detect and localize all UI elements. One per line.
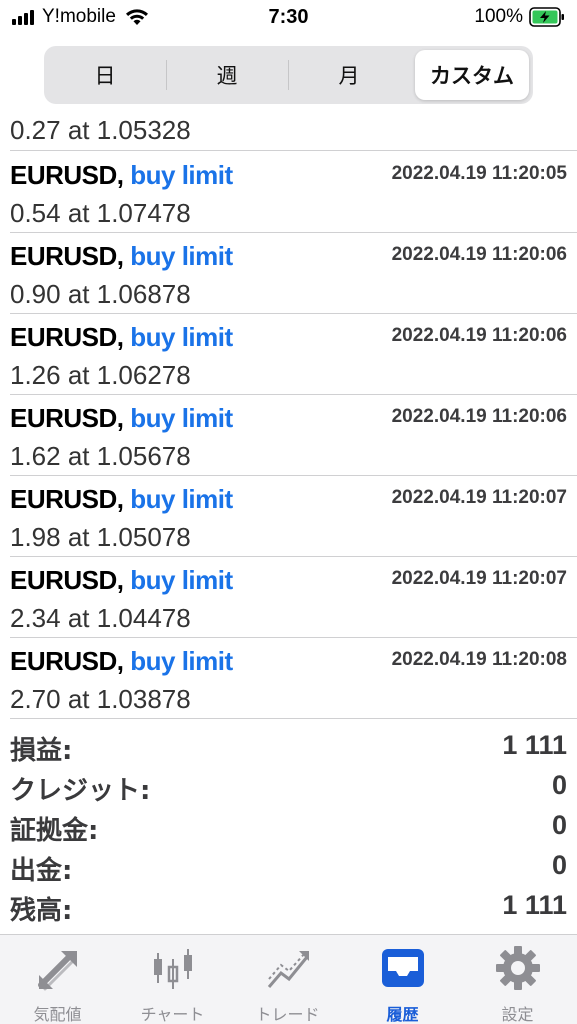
period-tab-week[interactable]: 週 (166, 50, 288, 100)
order-symbol: EURUSD, (10, 322, 124, 352)
summary-value: 0 (551, 770, 567, 800)
order-symbol: EURUSD, (10, 160, 124, 190)
order-row[interactable]: EURUSD, buy limit 2022.04.19 11:20:06 1.… (0, 314, 577, 395)
order-volume: 1.62 at 1.05678 (10, 441, 191, 471)
period-segmented-control: 日 週 月 カスタム (44, 46, 533, 104)
order-symbol: EURUSD, (10, 646, 124, 676)
order-type: buy limit (130, 322, 233, 352)
row-separator (10, 150, 577, 151)
battery-charging-icon (529, 7, 564, 27)
order-symbol: EURUSD, (10, 241, 124, 271)
tab-quotes[interactable]: 気配値 (0, 935, 115, 1024)
order-symbol: EURUSD, (10, 484, 124, 514)
tab-history[interactable]: 履歴 (345, 935, 460, 1024)
order-symbol-line: EURUSD, buy limit (10, 646, 233, 677)
history-inbox-icon (382, 949, 424, 987)
summary-label: 残高: (10, 896, 73, 926)
order-row[interactable]: EURUSD, buy limit 2022.04.19 11:20:06 1.… (0, 395, 577, 476)
order-row[interactable]: EURUSD, buy limit 2022.04.19 11:20:05 0.… (0, 152, 577, 233)
summary-label: 出金: (10, 856, 73, 886)
order-datetime: 2022.04.19 11:20:07 (391, 487, 567, 508)
order-volume: 2.70 at 1.03878 (10, 684, 191, 714)
order-volume: 1.98 at 1.05078 (10, 522, 191, 552)
summary-value: 1 111 (502, 890, 567, 920)
summary-value: 0 (551, 810, 567, 840)
order-volume: 1.26 at 1.06278 (10, 360, 191, 390)
tab-label: トレード (255, 1005, 320, 1024)
summary-row: 残高: 1 111 (0, 890, 577, 930)
period-tab-custom[interactable]: カスタム (415, 50, 529, 100)
order-symbol-line: EURUSD, buy limit (10, 484, 233, 515)
tab-chart[interactable]: チャート (115, 935, 230, 1024)
tab-settings[interactable]: 設定 (460, 935, 575, 1024)
battery-percent: 100% (474, 6, 523, 27)
order-volume: 0.54 at 1.07478 (10, 198, 191, 228)
summary-value: 0 (551, 850, 567, 880)
tab-label: 履歴 (386, 1005, 419, 1024)
order-symbol-line: EURUSD, buy limit (10, 241, 233, 272)
summary-row: クレジット: 0 (0, 770, 577, 810)
order-symbol-line: EURUSD, buy limit (10, 565, 233, 596)
status-bar: Y!mobile 7:30 100% (0, 0, 577, 40)
order-row[interactable]: EURUSD, buy limit 2022.04.19 11:20:07 1.… (0, 476, 577, 557)
order-datetime: 2022.04.19 11:20:06 (391, 325, 567, 346)
order-symbol-line: EURUSD, buy limit (10, 322, 233, 353)
summary-label: 証拠金: (10, 816, 99, 846)
order-symbol: EURUSD, (10, 565, 124, 595)
order-type: buy limit (130, 403, 233, 433)
tab-label: チャート (140, 1005, 205, 1024)
order-row[interactable]: EURUSD, buy limit 2022.04.19 11:20:07 2.… (0, 557, 577, 638)
order-row[interactable]: EURUSD, buy limit 2022.04.19 11:20:08 2.… (0, 638, 577, 719)
summary-row: 証拠金: 0 (0, 810, 577, 850)
period-tab-month[interactable]: 月 (288, 50, 410, 100)
order-symbol-line: EURUSD, buy limit (10, 403, 233, 434)
quotes-icon (38, 951, 77, 991)
order-datetime: 2022.04.19 11:20:05 (391, 163, 567, 184)
order-type: buy limit (130, 484, 233, 514)
order-type: buy limit (130, 241, 233, 271)
summary-value: 1 111 (502, 730, 567, 760)
gear-icon (496, 946, 540, 990)
trade-icon (267, 951, 309, 988)
order-symbol: EURUSD, (10, 403, 124, 433)
partial-order-volume: 0.27 at 1.05328 (10, 115, 191, 145)
tab-label: 気配値 (33, 1005, 82, 1024)
tab-trade[interactable]: トレード (230, 935, 345, 1024)
order-volume: 0.90 at 1.06878 (10, 279, 191, 309)
order-row[interactable]: EURUSD, buy limit 2022.04.19 11:20:06 0.… (0, 233, 577, 314)
order-volume: 2.34 at 1.04478 (10, 603, 191, 633)
order-datetime: 2022.04.19 11:20:08 (391, 649, 567, 670)
order-datetime: 2022.04.19 11:20:06 (391, 244, 567, 265)
order-type: buy limit (130, 565, 233, 595)
summary-row: 出金: 0 (0, 850, 577, 890)
row-separator (10, 718, 577, 719)
summary-label: クレジット: (10, 776, 151, 806)
summary-row: 損益: 1 111 (0, 730, 577, 770)
period-tab-day[interactable]: 日 (44, 50, 166, 100)
order-datetime: 2022.04.19 11:20:06 (391, 406, 567, 427)
tab-label: 設定 (501, 1005, 534, 1024)
order-symbol-line: EURUSD, buy limit (10, 160, 233, 191)
order-type: buy limit (130, 646, 233, 676)
order-type: buy limit (130, 160, 233, 190)
status-right: 100% (474, 6, 565, 28)
order-datetime: 2022.04.19 11:20:07 (391, 568, 567, 589)
bottom-tab-bar: 気配値 チャート トレード 履歴 設定 (0, 934, 577, 1024)
summary-label: 損益: (10, 736, 73, 766)
candlestick-chart-icon (154, 949, 192, 989)
